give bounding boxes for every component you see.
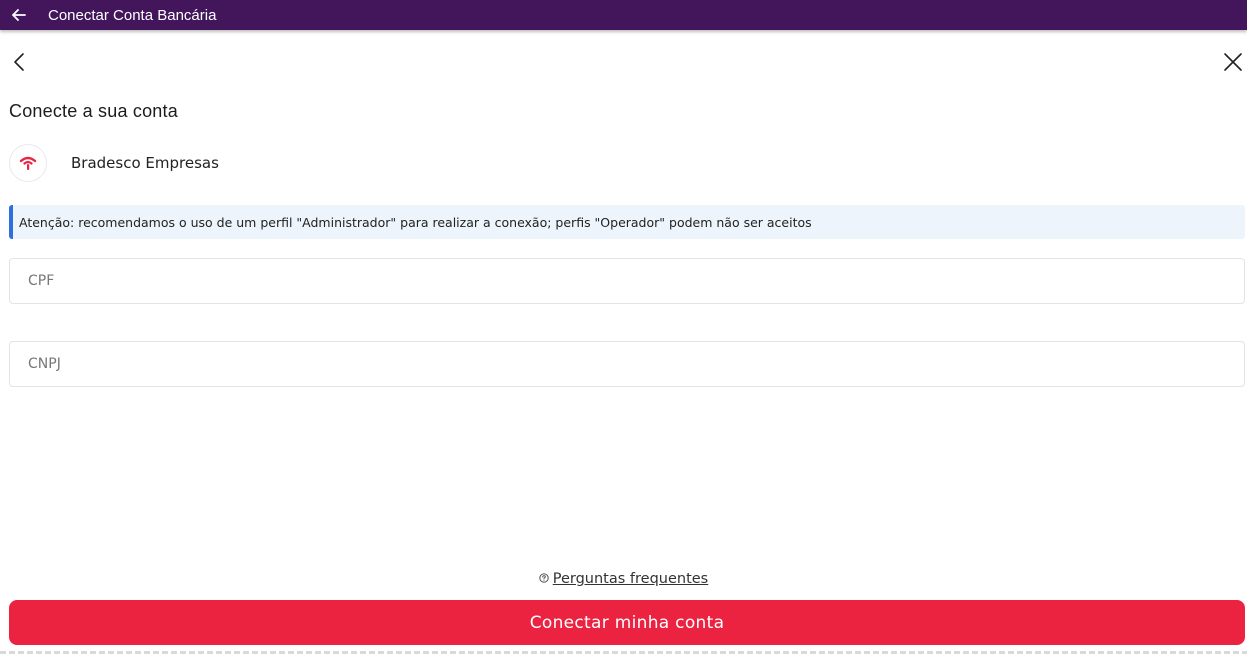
header-back-button[interactable] [4,0,34,30]
bank-name: Bradesco Empresas [71,154,219,172]
faq-link[interactable]: Perguntas frequentes [553,571,709,587]
modal-nav [0,46,1247,78]
close-icon [1224,53,1242,71]
close-button[interactable] [1221,50,1245,74]
connect-account-label: Conectar minha conta [529,612,725,633]
selected-bank: Bradesco Empresas [9,144,219,182]
cnpj-input[interactable] [10,342,1244,386]
page-title: Conecte a sua conta [9,101,178,121]
header-title: Conectar Conta Bancária [48,6,217,24]
prev-button[interactable] [8,50,32,74]
chevron-left-icon [14,53,24,71]
cpf-field [9,258,1245,304]
faq-row: Perguntas frequentes [0,571,1247,587]
bradesco-logo-icon [19,156,37,170]
connect-account-button[interactable]: Conectar minha conta [9,600,1245,645]
arrow-left-icon [12,9,26,21]
app-header: Conectar Conta Bancária [0,0,1247,30]
bank-logo [9,144,47,182]
cpf-input[interactable] [10,259,1244,303]
alert-text: Atenção: recomendamos o uso de um perfil… [19,214,812,230]
help-circle-icon [539,571,549,587]
admin-profile-alert: Atenção: recomendamos o uso de um perfil… [9,205,1245,239]
cnpj-field [9,341,1245,387]
